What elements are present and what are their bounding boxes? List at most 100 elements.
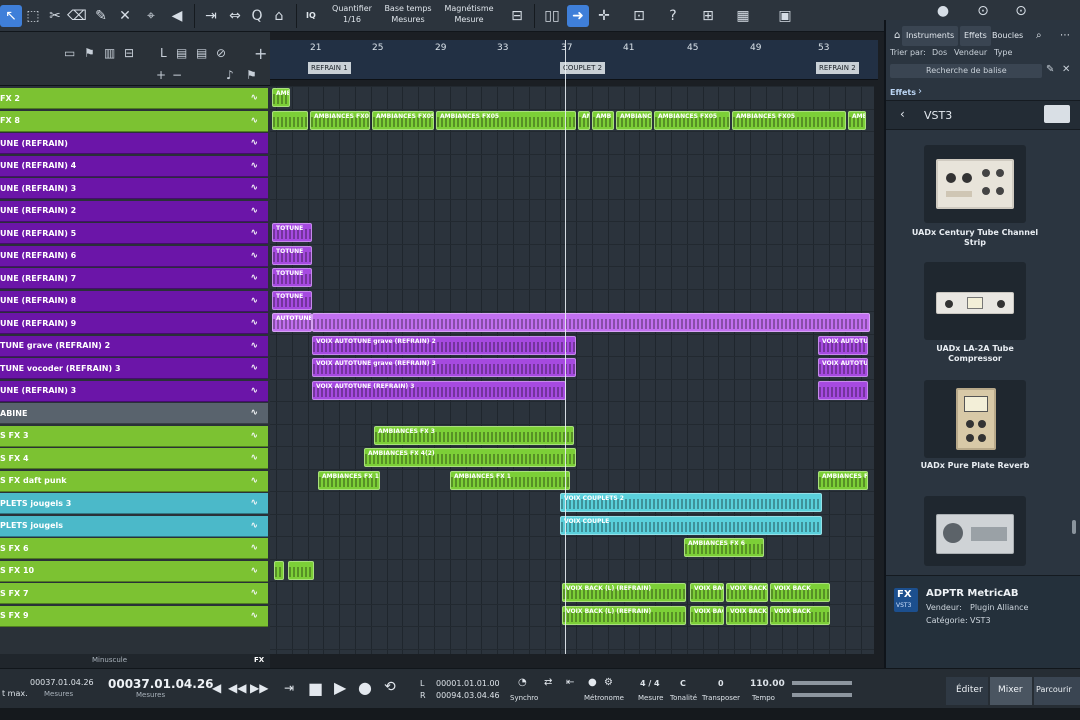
tab-instruments[interactable]: Instruments (902, 26, 959, 46)
search-field[interactable]: Recherche de balise (890, 64, 1042, 78)
plugin-name-la2a[interactable]: UADx LA-2A Tube Compressor (910, 344, 1040, 364)
quantize-select[interactable]: 1/16 (330, 15, 374, 25)
track-name[interactable]: UNE (REFRAIN) 4 (0, 161, 76, 170)
track-header[interactable]: S FX 4 ∿ (0, 448, 268, 469)
track-name[interactable]: S FX 7 (0, 589, 29, 598)
eraser-tool-icon[interactable]: ⌫ (66, 5, 88, 27)
tag-delete-icon[interactable]: ✕ (1062, 64, 1070, 75)
arrow-right-icon[interactable]: ➜ (567, 5, 589, 27)
track-header[interactable]: UNE (REFRAIN) 4 ∿ (0, 155, 268, 177)
track-header[interactable]: UNE (REFRAIN) 7 ∿ (0, 268, 268, 289)
playhead[interactable] (565, 40, 566, 654)
audio-clip[interactable]: VOIX AUTOTUNE (REFRAIN) 3 (312, 380, 566, 400)
track-header[interactable]: UNE (REFRAIN) 6 ∿ (0, 245, 268, 267)
settings-icon[interactable]: ⊙ (972, 0, 994, 22)
fx-label[interactable]: FX (254, 656, 264, 664)
audio-clip[interactable]: AMBIANCES (616, 110, 652, 130)
marker-icon[interactable]: ⚑ (246, 68, 257, 82)
arranger-marker[interactable]: REFRAIN 2 (816, 62, 859, 74)
timebase-select[interactable]: Mesures (384, 15, 432, 25)
track-name[interactable]: FX 8 (0, 116, 20, 125)
audio-clip[interactable]: AMBIANCES FX05 (654, 110, 730, 130)
plugin-card-century[interactable] (924, 145, 1026, 223)
audio-clip[interactable] (288, 560, 314, 580)
flag-icon[interactable]: ⚑ (84, 46, 95, 60)
rewind-icon[interactable]: ◀◀ (228, 681, 246, 695)
metronome-label[interactable]: Métronome (584, 694, 624, 702)
track-header[interactable]: UNE (REFRAIN) ∿ (0, 133, 268, 154)
expand-icon[interactable]: ⊟ (124, 46, 134, 60)
search-icon[interactable]: ⌕ (1032, 26, 1046, 46)
primary-position-unit[interactable]: Mesures (136, 691, 165, 699)
track-name[interactable]: FX 2 (0, 94, 20, 103)
audio-clip[interactable]: VOIX BACK (690, 605, 724, 625)
track-header[interactable]: UNE (REFRAIN) 3 ∿ (0, 380, 268, 402)
rewind-start-icon[interactable]: ◀ (212, 681, 221, 695)
plugin-card-la2a[interactable] (924, 262, 1026, 340)
track-header[interactable]: ABINE ∿ (0, 403, 268, 424)
browser-scrollbar[interactable] (1072, 520, 1076, 534)
track-name[interactable]: S FX daft punk (0, 476, 67, 485)
secondary-position-unit[interactable]: Mesures (44, 690, 73, 698)
bend-tool-icon[interactable]: ⌖ (140, 5, 162, 27)
audio-clip[interactable]: AMBIANCES FX05 (310, 110, 370, 130)
precount-icon[interactable]: ⇤ (566, 677, 574, 688)
volume-meter[interactable] (792, 681, 852, 685)
tab-browse[interactable]: Parcourir (1034, 677, 1080, 705)
loop-start[interactable]: 00001.01.01.00 (436, 679, 500, 688)
track-header[interactable]: S FX 6 ∿ (0, 538, 268, 559)
track-name[interactable]: S FX 3 (0, 431, 29, 440)
cue-icon[interactable]: ▥ (104, 46, 115, 60)
time-signature[interactable]: 4 / 4 (640, 679, 660, 688)
track-name[interactable]: TUNE vocoder (REFRAIN) 3 (0, 364, 121, 373)
options-icon[interactable]: ⋯ (1056, 26, 1074, 46)
track-name[interactable]: TUNE grave (REFRAIN) 2 (0, 341, 110, 350)
track-header[interactable]: UNE (REFRAIN) 8 ∿ (0, 290, 268, 312)
help-icon[interactable]: ? (662, 5, 684, 27)
layout-icon[interactable]: ▣ (774, 5, 796, 27)
track-name[interactable]: PLETS jougels 3 (0, 499, 71, 508)
audio-clip[interactable]: VOIX AUTOTU (818, 335, 868, 355)
arrange-view[interactable]: AMB AMBIANCES FX05 AMBIANCES FX05 AMBIANCES… (270, 86, 874, 654)
metronome-settings-icon[interactable]: ⚙ (604, 677, 613, 688)
track-name[interactable]: UNE (REFRAIN) 6 (0, 251, 76, 260)
record-icon[interactable]: ● (358, 678, 372, 697)
sync-icon[interactable]: ◔ (518, 677, 527, 688)
breadcrumb[interactable]: Effets (890, 88, 916, 97)
track-name[interactable]: S FX 9 (0, 611, 29, 620)
secondary-position[interactable]: 00037.01.04.26 (30, 678, 94, 687)
track-name[interactable]: UNE (REFRAIN) 3 (0, 386, 76, 395)
track-name[interactable]: UNE (REFRAIN) 3 (0, 184, 76, 193)
zoom-icon[interactable]: Q (246, 5, 268, 27)
audio-clip[interactable] (818, 380, 868, 400)
audio-clip[interactable]: AMBIANCES FX 1 (818, 470, 868, 490)
loop-end[interactable]: 00094.03.04.46 (436, 691, 500, 700)
track-header[interactable]: UNE (REFRAIN) 2 ∿ (0, 200, 268, 222)
audio-clip[interactable]: VOIX BACK (770, 583, 830, 602)
autoscroll-icon[interactable]: ⇥ (200, 5, 222, 27)
folder-icon[interactable]: ▭ (64, 46, 75, 60)
play-icon[interactable]: ▶ (334, 678, 346, 697)
track-name[interactable]: PLETS jougels (0, 521, 63, 530)
pointer-tool-icon[interactable]: ↖ (0, 5, 22, 27)
track-name[interactable]: UNE (REFRAIN) 5 (0, 229, 76, 238)
audio-clip[interactable]: VOIX BACK (L) (REFRAIN) (562, 605, 686, 625)
audio-clip[interactable]: AMB (578, 110, 590, 130)
tempo-value[interactable]: 110.00 (750, 679, 785, 689)
snap-icon[interactable]: ⌂ (268, 5, 290, 27)
audio-clip[interactable]: VOIX COUPLE (560, 515, 822, 535)
audio-clip[interactable]: TOTUNE (272, 268, 312, 287)
clock-icon[interactable]: ⊘ (216, 46, 226, 60)
primary-position[interactable]: 00037.01.04.26 (108, 677, 214, 691)
track-header[interactable]: S FX 9 ∿ (0, 605, 268, 627)
folder-row[interactable]: ‹ VST3 (886, 100, 1080, 130)
cloud-icon[interactable]: ⊙ (1010, 0, 1032, 22)
track-name[interactable]: UNE (REFRAIN) 9 (0, 319, 76, 328)
cross-icon[interactable]: ✛ (593, 5, 615, 27)
track-header[interactable]: FX 8 ∿ (0, 110, 268, 132)
audio-clip[interactable]: AMBIANCES FX05 (372, 110, 434, 130)
tab-effects[interactable]: Effets (960, 26, 991, 46)
list-icon[interactable]: ▤ (196, 46, 207, 60)
audio-clip[interactable]: AUTOTUNE (272, 313, 312, 332)
editor-icon[interactable]: ⊞ (697, 5, 719, 27)
